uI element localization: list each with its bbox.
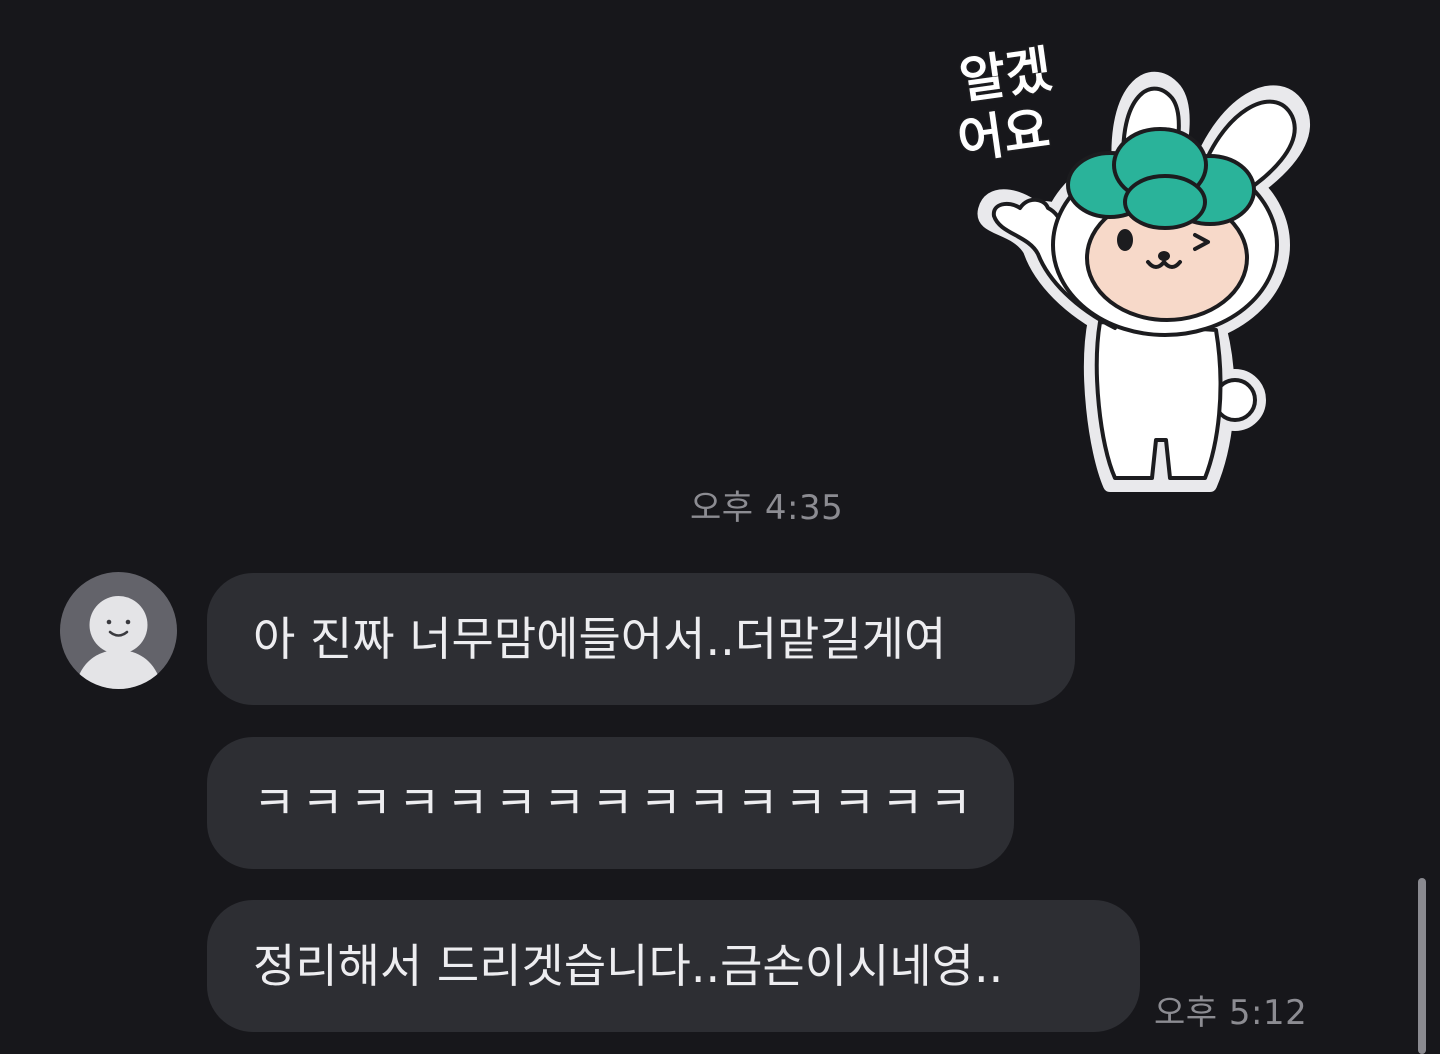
- sticker-message[interactable]: 알겠 어요: [920, 30, 1340, 510]
- scrollbar[interactable]: [1418, 878, 1426, 1054]
- received-timestamp: 오후 5:12: [1154, 993, 1308, 1033]
- default-profile-icon: [75, 596, 162, 689]
- received-message-bubble[interactable]: 아 진짜 너무맘에들어서..더맡길게여: [207, 573, 1075, 705]
- received-message-bubble[interactable]: ㅋㅋㅋㅋㅋㅋㅋㅋㅋㅋㅋㅋㅋㅋㅋ: [207, 737, 1014, 869]
- sender-avatar[interactable]: [60, 572, 177, 689]
- sent-timestamp: 오후 4:35: [690, 488, 844, 528]
- svg-text:어요: 어요: [954, 100, 1053, 170]
- chat-screen: 알겠 어요 오후 4:35 아 진짜 너무맘에들어서..더맡길게여 ㅋㅋㅋㅋㅋㅋ…: [0, 0, 1440, 1054]
- received-message-bubble[interactable]: 정리해서 드리겟습니다..금손이시네영..: [207, 900, 1140, 1032]
- bunny-sticker-icon: 알겠 어요: [953, 39, 1310, 492]
